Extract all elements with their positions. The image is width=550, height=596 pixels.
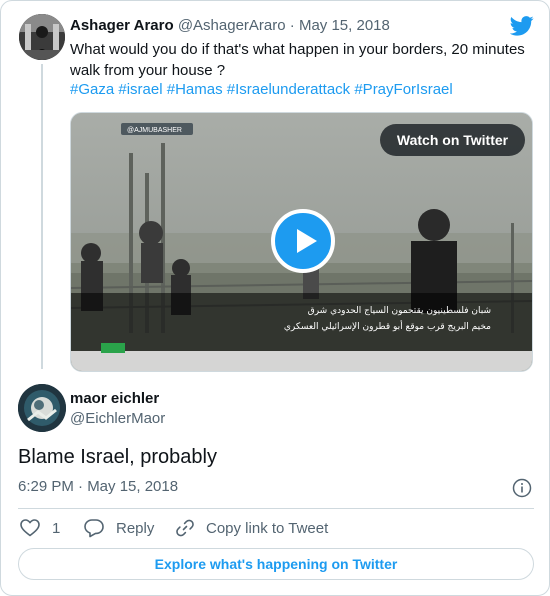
reply-bubble-icon — [84, 519, 104, 538]
reply-author-avatar[interactable] — [18, 384, 66, 432]
quoted-author-name[interactable]: Ashager Araro — [70, 17, 174, 34]
like-count: 1 — [52, 519, 61, 537]
reply-tweet-text: Blame Israel, probably — [18, 446, 217, 468]
play-button[interactable] — [271, 209, 335, 273]
hashtag-link[interactable]: #Hamas — [167, 81, 223, 98]
like-button[interactable]: 1 — [20, 517, 60, 539]
heart-icon — [20, 519, 40, 537]
reply-label: Reply — [116, 519, 155, 537]
watch-on-twitter-button[interactable]: Watch on Twitter — [380, 124, 525, 156]
quoted-author-avatar[interactable] — [19, 14, 65, 60]
reply-button[interactable]: Reply — [84, 517, 154, 539]
info-icon[interactable] — [512, 478, 532, 498]
reply-author-handle[interactable]: @EichlerMaor — [70, 410, 165, 428]
play-icon — [297, 229, 317, 253]
hashtag-link[interactable]: #Gaza — [70, 81, 114, 98]
explore-twitter-button[interactable]: Explore what's happening on Twitter — [18, 548, 534, 580]
thread-connector-line — [41, 64, 43, 369]
quoted-tweet-header: Ashager Araro @AshagerAraro · May 15, 20… — [70, 17, 390, 35]
quoted-tweet-text: What would you do if that's what happen … — [70, 41, 525, 79]
video-caption-line-1: شبان فلسطينيون يقتحمون السياج الحدودي شر… — [308, 306, 491, 316]
link-icon — [176, 519, 194, 537]
hashtag-link[interactable]: #PrayForIsrael — [354, 81, 452, 98]
header-separator: · — [285, 17, 299, 34]
hashtag-link[interactable]: #israel — [118, 81, 162, 98]
twitter-bird-icon[interactable] — [510, 16, 534, 36]
copy-link-label: Copy link to Tweet — [206, 519, 329, 537]
tweet-embed-card: Ashager Araro @AshagerAraro · May 15, 20… — [0, 0, 550, 596]
video-caption-line-2: مخيم البريج قرب موقع أبو قطرون الإسرائيل… — [284, 320, 491, 332]
reply-author-name[interactable]: maor eichler — [70, 390, 159, 408]
hashtag-link[interactable]: #Israelunderattack — [227, 81, 350, 98]
quoted-tweet-date[interactable]: May 15, 2018 — [299, 17, 390, 34]
reply-timestamp[interactable]: 6:29 PM · May 15, 2018 — [18, 478, 178, 496]
channel-tag: @AJMUBASHER — [127, 127, 182, 134]
action-divider — [18, 508, 534, 509]
copy-link-button[interactable]: Copy link to Tweet — [176, 517, 328, 539]
quoted-author-handle[interactable]: @AshagerAraro — [178, 17, 286, 34]
hashtag-list: #Gaza #israel #Hamas #Israelunderattack … — [70, 80, 453, 100]
